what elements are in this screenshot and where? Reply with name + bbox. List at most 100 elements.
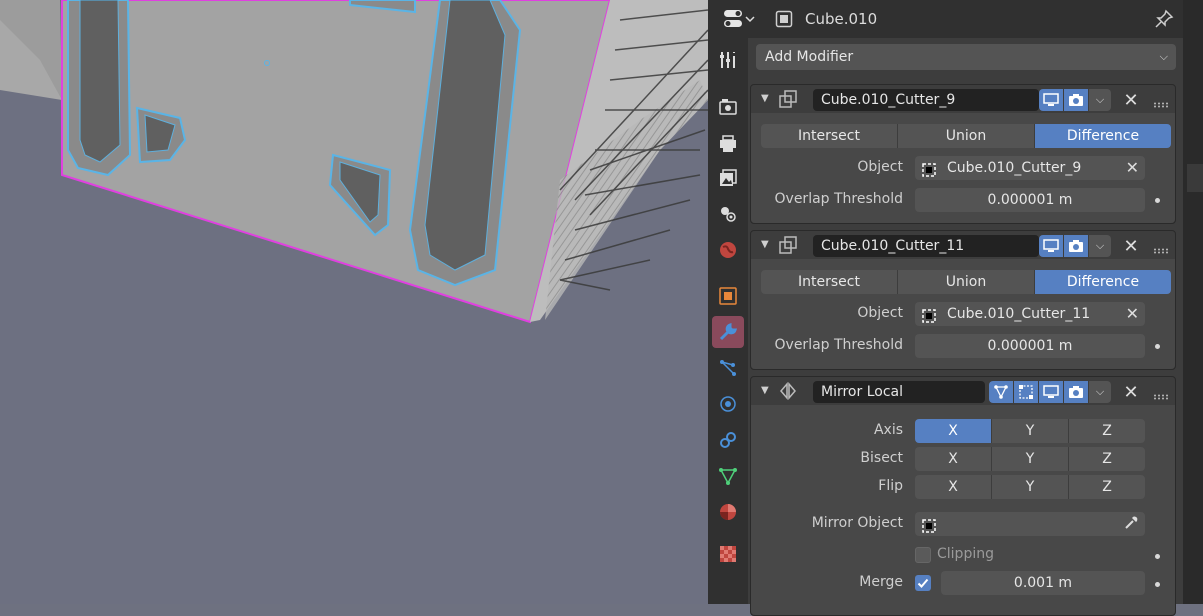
world-icon[interactable]: [712, 234, 744, 266]
object-picker[interactable]: Cube.010_Cutter_9 ✕: [915, 156, 1145, 180]
overlap-threshold-label: Overlap Threshold: [774, 191, 903, 207]
object-value: Cube.010_Cutter_9: [947, 160, 1082, 176]
operation-intersect[interactable]: Intersect: [761, 124, 898, 148]
scene-icon[interactable]: [712, 198, 744, 230]
drag-handle-icon[interactable]: [1153, 96, 1169, 108]
operation-union[interactable]: Union: [898, 270, 1035, 294]
overlap-threshold-label: Overlap Threshold: [774, 337, 903, 353]
merge-checkbox[interactable]: [915, 575, 931, 591]
clear-object-icon[interactable]: ✕: [1126, 156, 1139, 180]
modifier-header: ▼ Mirror Local ⌵ ✕: [751, 377, 1175, 405]
show-in-viewport-button[interactable]: [1039, 89, 1063, 111]
3d-viewport[interactable]: [0, 0, 708, 604]
render-camera-button[interactable]: [1064, 89, 1088, 111]
strip-panel: [1187, 164, 1203, 192]
show-in-viewport-button[interactable]: [1039, 235, 1063, 257]
mirror-modifier-panel: ▼ Mirror Local ⌵ ✕ Axis X Y Z Bisect X Y…: [750, 376, 1176, 616]
add-modifier-dropdown[interactable]: Add Modifier ⌵: [756, 44, 1176, 70]
overlap-threshold-field[interactable]: 0.000001 m: [915, 334, 1145, 358]
object-icon: [922, 307, 936, 323]
flip-z-toggle[interactable]: Z: [1069, 475, 1145, 499]
merge-distance-field[interactable]: 0.001 m: [941, 571, 1145, 595]
modifier-extras-dropdown[interactable]: ⌵: [1089, 235, 1111, 257]
flip-x-toggle[interactable]: X: [915, 475, 992, 499]
axis-label: Axis: [873, 422, 903, 438]
add-modifier-label: Add Modifier: [765, 49, 854, 65]
physics-icon[interactable]: [712, 388, 744, 420]
particles-icon[interactable]: [712, 352, 744, 384]
boolean-modifier-icon: [779, 90, 797, 108]
operation-union[interactable]: Union: [898, 124, 1035, 148]
material-icon[interactable]: [712, 496, 744, 528]
constraints-icon[interactable]: [712, 424, 744, 456]
properties-header: Cube.010: [708, 0, 1183, 38]
axis-y-toggle[interactable]: Y: [992, 419, 1069, 443]
collapse-triangle-icon[interactable]: ▼: [761, 385, 769, 396]
show-in-viewport-button[interactable]: [1039, 381, 1063, 403]
view-layer-icon[interactable]: [712, 162, 744, 194]
modifier-extras-dropdown[interactable]: ⌵: [1089, 381, 1111, 403]
wrench-icon[interactable]: [712, 316, 744, 348]
edit-mode-button[interactable]: [1014, 381, 1038, 403]
keyframe-dot-icon[interactable]: [1155, 554, 1160, 559]
clear-object-icon[interactable]: ✕: [1126, 302, 1139, 326]
mesh-data-icon[interactable]: [712, 460, 744, 492]
modifier-stack: Add Modifier ⌵ ▼ Cube.010_Cutter_9 ⌵ ✕ I…: [748, 38, 1183, 616]
object-props-icon[interactable]: [712, 280, 744, 312]
mirror-object-picker[interactable]: [915, 512, 1145, 536]
modifier-extras-dropdown[interactable]: ⌵: [1089, 89, 1111, 111]
object-label: Object: [857, 159, 903, 175]
editor-type-selector[interactable]: [722, 8, 758, 30]
mirror-modifier-icon: [779, 381, 797, 401]
properties-editor: Cube.010 Add Modifier ⌵ ▼ Cube.010_Cutte…: [708, 0, 1183, 616]
keyframe-dot-icon[interactable]: [1155, 198, 1160, 203]
modifier-name-field[interactable]: Cube.010_Cutter_9: [813, 89, 1039, 111]
object-icon: [922, 517, 936, 533]
flip-selector: X Y Z: [915, 475, 1145, 499]
collapse-triangle-icon[interactable]: ▼: [761, 239, 769, 250]
on-cage-button[interactable]: [989, 381, 1013, 403]
bisect-y-toggle[interactable]: Y: [992, 447, 1069, 471]
axis-z-toggle[interactable]: Z: [1069, 419, 1145, 443]
clipping-checkbox[interactable]: [915, 547, 931, 563]
remove-modifier-button[interactable]: ✕: [1121, 90, 1141, 111]
flip-y-toggle[interactable]: Y: [992, 475, 1069, 499]
render-camera-button[interactable]: [1064, 235, 1088, 257]
clipping-label: Clipping: [937, 546, 994, 562]
render-camera-button[interactable]: [1064, 381, 1088, 403]
chevron-down-icon: ⌵: [1159, 50, 1168, 63]
keyframe-dot-icon[interactable]: [1155, 344, 1160, 349]
axis-x-toggle[interactable]: X: [915, 419, 992, 443]
modifier-body: Axis X Y Z Bisect X Y Z Flip X Y Z Mirro…: [751, 405, 1175, 615]
pin-icon[interactable]: [1154, 9, 1174, 29]
object-value: Cube.010_Cutter_11: [947, 306, 1091, 322]
merge-label: Merge: [859, 574, 903, 590]
tool-icon[interactable]: [712, 44, 744, 76]
bisect-selector: X Y Z: [915, 447, 1145, 471]
remove-modifier-button[interactable]: ✕: [1121, 382, 1141, 403]
texture-icon[interactable]: [712, 538, 744, 570]
bisect-z-toggle[interactable]: Z: [1069, 447, 1145, 471]
collapse-triangle-icon[interactable]: ▼: [761, 93, 769, 104]
axis-selector: X Y Z: [915, 419, 1145, 443]
object-picker[interactable]: Cube.010_Cutter_11 ✕: [915, 302, 1145, 326]
operation-intersect[interactable]: Intersect: [761, 270, 898, 294]
output-icon[interactable]: [712, 128, 744, 160]
modifier-name-field[interactable]: Mirror Local: [813, 381, 985, 403]
operation-difference[interactable]: Difference: [1035, 270, 1171, 294]
eyedropper-icon[interactable]: [1123, 515, 1139, 539]
boolean-modifier-panel: ▼ Cube.010_Cutter_11 ⌵ ✕ Intersect Union…: [750, 230, 1176, 370]
object-icon: [922, 161, 936, 177]
bisect-x-toggle[interactable]: X: [915, 447, 992, 471]
object-icon: [775, 10, 793, 28]
drag-handle-icon[interactable]: [1153, 388, 1169, 400]
overlap-threshold-field[interactable]: 0.000001 m: [915, 188, 1145, 212]
remove-modifier-button[interactable]: ✕: [1121, 236, 1141, 257]
drag-handle-icon[interactable]: [1153, 242, 1169, 254]
viewport-scene: [0, 0, 708, 604]
keyframe-dot-icon[interactable]: [1155, 582, 1160, 587]
modifier-header: ▼ Cube.010_Cutter_11 ⌵ ✕: [751, 231, 1175, 259]
operation-difference[interactable]: Difference: [1035, 124, 1171, 148]
modifier-name-field[interactable]: Cube.010_Cutter_11: [813, 235, 1039, 257]
render-icon[interactable]: [712, 90, 744, 122]
